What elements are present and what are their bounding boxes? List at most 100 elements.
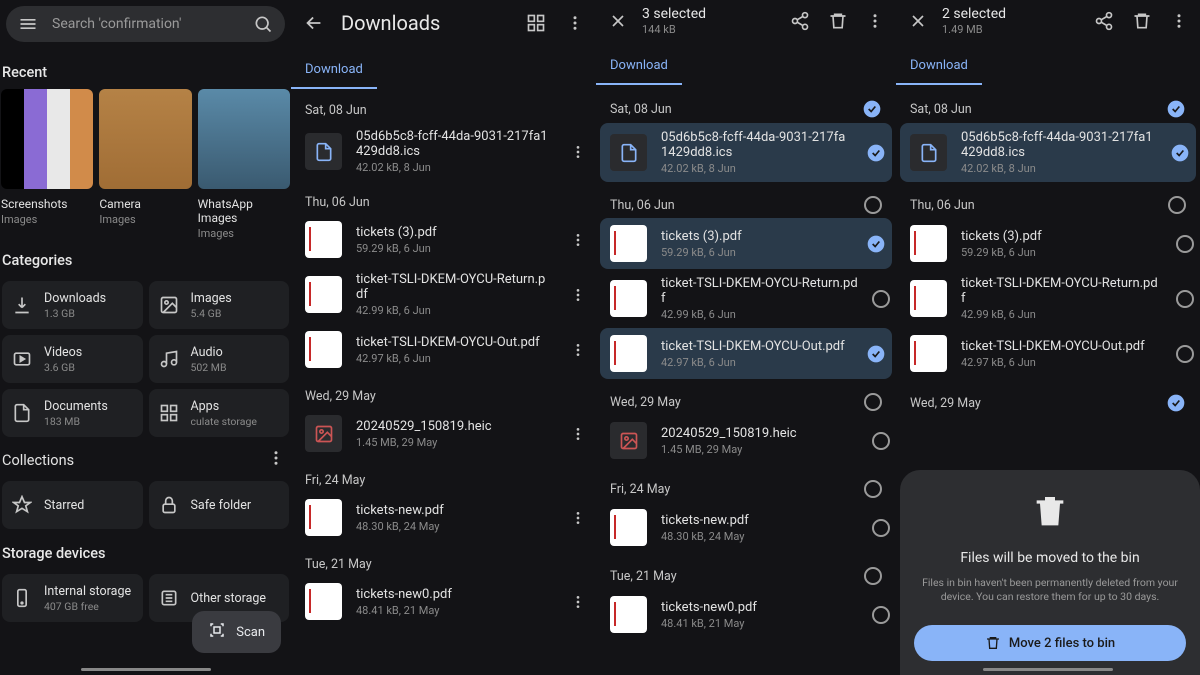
tab-download[interactable]: Download — [896, 52, 982, 85]
check-circle-icon[interactable] — [866, 234, 886, 254]
tab-download[interactable]: Download — [291, 56, 377, 89]
sheet-title: Files will be moved to the bin — [960, 550, 1139, 566]
file-row[interactable]: 05d6b5c8-fcff-44da-9031-217fa1429dd8.ics… — [900, 123, 1196, 182]
checkbox-circle[interactable] — [872, 432, 890, 450]
more-icon[interactable] — [566, 140, 590, 164]
selection-size: 144 kB — [642, 23, 776, 36]
checkbox-circle[interactable] — [864, 567, 882, 585]
more-icon[interactable] — [566, 338, 590, 362]
more-icon[interactable] — [566, 506, 590, 530]
file-meta: 59.29 kB, 6 Jun — [661, 246, 852, 259]
search-icon[interactable] — [253, 14, 273, 34]
file-meta: 42.97 kB, 6 Jun — [961, 356, 1162, 369]
category-tile[interactable]: Documents 183 MB — [2, 389, 143, 437]
file-row[interactable]: ticket-TSLI-DKEM-OYCU-Out.pdf 42.97 kB, … — [600, 328, 892, 379]
close-icon[interactable] — [904, 7, 932, 35]
checkbox-circle[interactable] — [864, 393, 882, 411]
recent-thumb — [198, 89, 290, 189]
recent-tile[interactable]: WhatsApp Images Images — [198, 89, 290, 240]
recent-tile[interactable]: Screenshots Images — [1, 89, 93, 240]
checkbox-circle[interactable] — [872, 519, 890, 537]
apps-icon — [159, 403, 179, 423]
more-icon[interactable] — [267, 449, 285, 471]
scan-fab[interactable]: Scan — [192, 611, 281, 653]
audio-icon — [159, 349, 179, 369]
more-icon[interactable] — [862, 8, 888, 34]
checkbox-circle[interactable] — [872, 606, 890, 624]
file-thumb — [610, 422, 647, 459]
file-meta: 42.99 kB, 6 Jun — [356, 304, 552, 317]
files-home-pane: Search 'confirmation' Recent Screenshots… — [0, 0, 291, 675]
recent-sub: Images — [99, 213, 191, 226]
delete-bottom-sheet: Files will be moved to the bin Files in … — [900, 470, 1200, 675]
checkbox-circle[interactable] — [864, 196, 882, 214]
category-tile[interactable]: Starred — [2, 481, 143, 529]
search-bar[interactable]: Search 'confirmation' — [6, 6, 285, 42]
file-row[interactable]: ticket-TSLI-DKEM-OYCU-Out.pdf 42.97 kB, … — [896, 328, 1200, 379]
file-row[interactable]: 20240529_150819.heic 1.45 MB, 29 May — [596, 415, 896, 466]
grid-view-icon[interactable] — [522, 9, 550, 37]
selection-appbar: 3 selected 144 kB — [596, 0, 896, 42]
file-row[interactable]: tickets-new0.pdf 48.41 kB, 21 May — [596, 589, 896, 640]
check-circle-icon[interactable] — [1166, 99, 1186, 119]
file-row[interactable]: ticket-TSLI-DKEM-OYCU-Return.pdf 42.99 k… — [896, 269, 1200, 328]
more-icon[interactable] — [566, 590, 590, 614]
file-row[interactable]: 05d6b5c8-fcff-44da-9031-217fa1429dd8.ics… — [291, 122, 596, 181]
file-row[interactable]: tickets-new.pdf 48.30 kB, 24 May — [291, 492, 596, 543]
check-circle-icon[interactable] — [862, 99, 882, 119]
share-icon[interactable] — [1090, 7, 1118, 35]
more-icon[interactable] — [566, 422, 590, 446]
file-thumb — [305, 276, 342, 313]
category-tile[interactable]: Apps culate storage — [149, 389, 290, 437]
share-icon[interactable] — [786, 7, 814, 35]
checkbox-circle[interactable] — [864, 480, 882, 498]
more-icon[interactable] — [566, 228, 590, 252]
category-label: Safe folder — [191, 498, 252, 513]
category-tile[interactable]: Videos 3.6 GB — [2, 335, 143, 383]
menu-icon[interactable] — [18, 14, 38, 34]
file-row[interactable]: ticket-TSLI-DKEM-OYCU-Out.pdf 42.97 kB, … — [291, 324, 596, 375]
category-tile[interactable]: Downloads 1.3 GB — [2, 281, 143, 329]
category-tile[interactable]: Images 5.4 GB — [149, 281, 290, 329]
delete-icon[interactable] — [824, 7, 852, 35]
safe folder-icon — [159, 495, 179, 515]
recent-thumb — [1, 89, 93, 189]
checkbox-circle[interactable] — [1176, 345, 1194, 363]
file-row[interactable]: tickets-new.pdf 48.30 kB, 24 May — [596, 502, 896, 553]
close-icon[interactable] — [604, 7, 632, 35]
file-row[interactable]: ticket-TSLI-DKEM-OYCU-Return.pdf 42.99 k… — [291, 265, 596, 324]
file-meta: 42.99 kB, 6 Jun — [661, 308, 858, 321]
more-icon[interactable] — [1166, 8, 1192, 34]
home-indicator — [983, 668, 1113, 671]
recent-label: Screenshots — [1, 197, 93, 211]
category-tile[interactable]: Internal storage 407 GB free — [2, 574, 143, 622]
recent-tile[interactable]: Camera Images — [99, 89, 191, 240]
file-row[interactable]: 05d6b5c8-fcff-44da-9031-217fa1429dd8.ics… — [600, 123, 892, 182]
file-row[interactable]: tickets-new0.pdf 48.41 kB, 21 May — [291, 576, 596, 627]
file-row[interactable]: ticket-TSLI-DKEM-OYCU-Return.pdf 42.99 k… — [596, 269, 896, 328]
delete-icon[interactable] — [1128, 7, 1156, 35]
checkbox-circle[interactable] — [872, 290, 890, 308]
checkbox-circle[interactable] — [1176, 235, 1194, 253]
back-icon[interactable] — [299, 8, 329, 38]
check-circle-icon[interactable] — [866, 344, 886, 364]
more-icon[interactable] — [566, 283, 590, 307]
date-header: Tue, 21 May — [291, 543, 596, 576]
file-row[interactable]: tickets (3).pdf 59.29 kB, 6 Jun — [291, 214, 596, 265]
category-tile[interactable]: Audio 502 MB — [149, 335, 290, 383]
checkbox-circle[interactable] — [1176, 290, 1194, 308]
file-row[interactable]: tickets (3).pdf 59.29 kB, 6 Jun — [896, 218, 1200, 269]
file-meta: 1.45 MB, 29 May — [661, 443, 858, 456]
move-to-bin-button[interactable]: Move 2 files to bin — [914, 625, 1187, 661]
check-circle-icon[interactable] — [866, 143, 886, 163]
file-row[interactable]: 20240529_150819.heic 1.45 MB, 29 May — [291, 408, 596, 459]
checkbox-circle[interactable] — [1168, 196, 1186, 214]
more-icon[interactable] — [562, 10, 588, 36]
category-sub: 502 MB — [191, 361, 227, 374]
category-tile[interactable]: Safe folder — [149, 481, 290, 529]
search-placeholder: Search 'confirmation' — [52, 16, 253, 32]
tab-download[interactable]: Download — [596, 52, 682, 85]
check-circle-icon[interactable] — [1170, 143, 1190, 163]
file-row[interactable]: tickets (3).pdf 59.29 kB, 6 Jun — [600, 218, 892, 269]
check-circle-icon[interactable] — [1166, 393, 1186, 413]
